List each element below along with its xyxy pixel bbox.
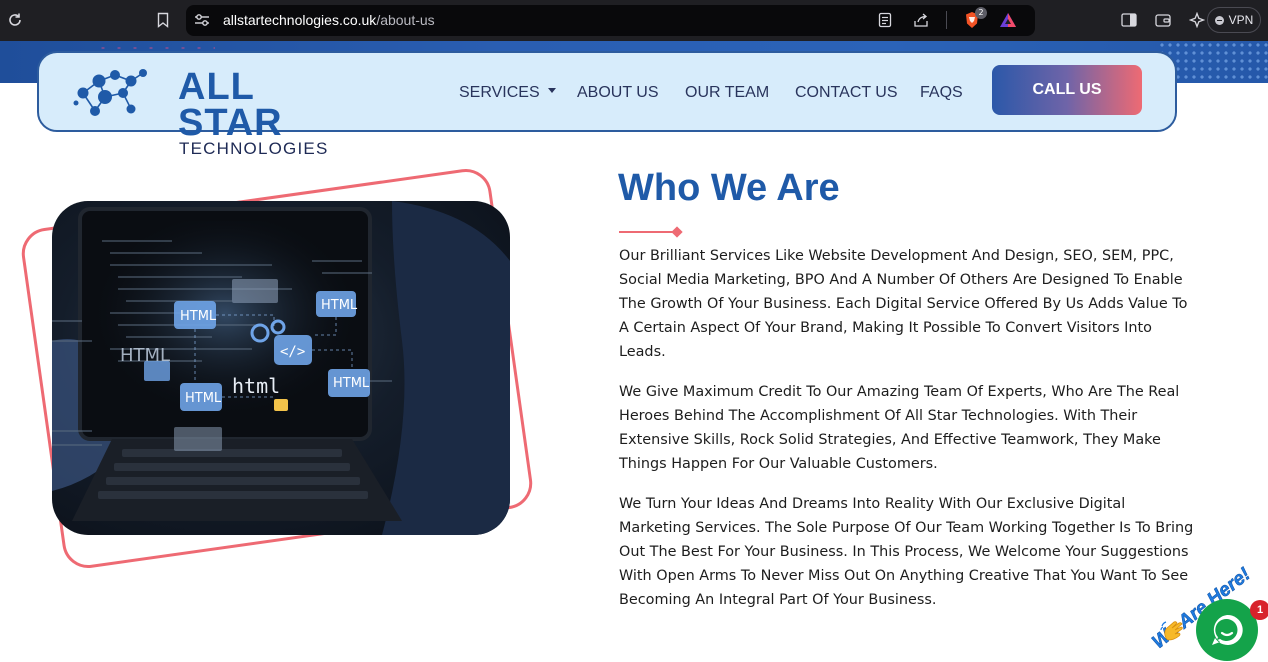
nav-services[interactable]: SERVICES: [459, 84, 556, 102]
vpn-status-icon: [1214, 15, 1224, 25]
separator: [946, 11, 947, 29]
browser-toolbar: allstartechnologies.co.uk/about-us 2 VPN: [0, 0, 1268, 41]
nav-services-label: SERVICES: [459, 84, 540, 101]
site-header: ALL STAR TECHNOLOGIES SERVICES ABOUT US …: [37, 51, 1177, 157]
html-badge-label: HTML: [333, 376, 370, 391]
reload-icon[interactable]: [4, 9, 26, 31]
html-floating-label: html: [232, 374, 280, 398]
url-domain: allstartechnologies.co.uk: [223, 12, 377, 28]
open-chat-button[interactable]: [1196, 599, 1258, 661]
about-paragraph: We Turn Your Ideas And Dreams Into Reali…: [619, 496, 1194, 608]
vpn-label: VPN: [1228, 13, 1254, 27]
leo-ai-icon[interactable]: [1186, 8, 1208, 32]
nav-contact-us[interactable]: CONTACT US: [795, 84, 898, 102]
nav-about-us[interactable]: ABOUT US: [577, 84, 659, 102]
logo-wordmark: ALL STAR: [178, 66, 283, 144]
about-paragraph: Our Brilliant Services Like Website Deve…: [619, 248, 1188, 360]
title-diamond: [671, 226, 683, 238]
code-tag-label: </>: [280, 344, 305, 360]
reader-mode-icon[interactable]: [874, 9, 896, 31]
brave-shields-icon[interactable]: 2: [961, 7, 987, 31]
share-icon[interactable]: [910, 9, 932, 31]
laptop-illustration: HTML HTML HTML HTML HTML html </>: [52, 201, 510, 535]
site-logo[interactable]: ALL STAR TECHNOLOGIES: [73, 63, 327, 157]
hero-photo: HTML HTML HTML HTML HTML html </>: [52, 201, 510, 535]
about-paragraph: We Give Maximum Credit To Our Amazing Te…: [619, 384, 1180, 472]
url-text: allstartechnologies.co.uk/about-us: [223, 12, 435, 28]
lock-icon: [274, 399, 288, 411]
html-badge-label: HTML: [321, 298, 358, 313]
bookmark-icon[interactable]: [152, 9, 174, 31]
shields-count-badge: 2: [975, 7, 987, 19]
page-title: Who We Are: [618, 167, 840, 209]
html-badge-label: HTML: [180, 309, 217, 324]
wallet-icon[interactable]: [1152, 8, 1174, 32]
chat-widget: We Are Here! 1: [1148, 562, 1268, 662]
html-badge-label: HTML: [185, 391, 222, 406]
address-bar[interactable]: allstartechnologies.co.uk/about-us 2: [186, 5, 1035, 36]
chat-bubble-icon: [1212, 614, 1243, 645]
nav-faqs[interactable]: FAQS: [920, 84, 963, 102]
nav-our-team[interactable]: OUR TEAM: [685, 84, 769, 102]
sidebar-toggle-icon[interactable]: [1118, 8, 1140, 32]
site-info-icon[interactable]: [192, 10, 212, 30]
logo-subtitle: TECHNOLOGIES: [179, 139, 329, 158]
vpn-button[interactable]: VPN: [1207, 7, 1261, 33]
call-us-button[interactable]: CALL US: [992, 65, 1142, 115]
unread-badge: 1: [1250, 600, 1268, 620]
molecule-logo-icon: [73, 69, 147, 116]
url-path: /about-us: [376, 12, 435, 28]
brave-rewards-icon[interactable]: [997, 9, 1019, 31]
chevron-down-icon: [547, 88, 556, 94]
title-underline: [619, 231, 675, 233]
waving-hand-icon: [1160, 618, 1186, 644]
